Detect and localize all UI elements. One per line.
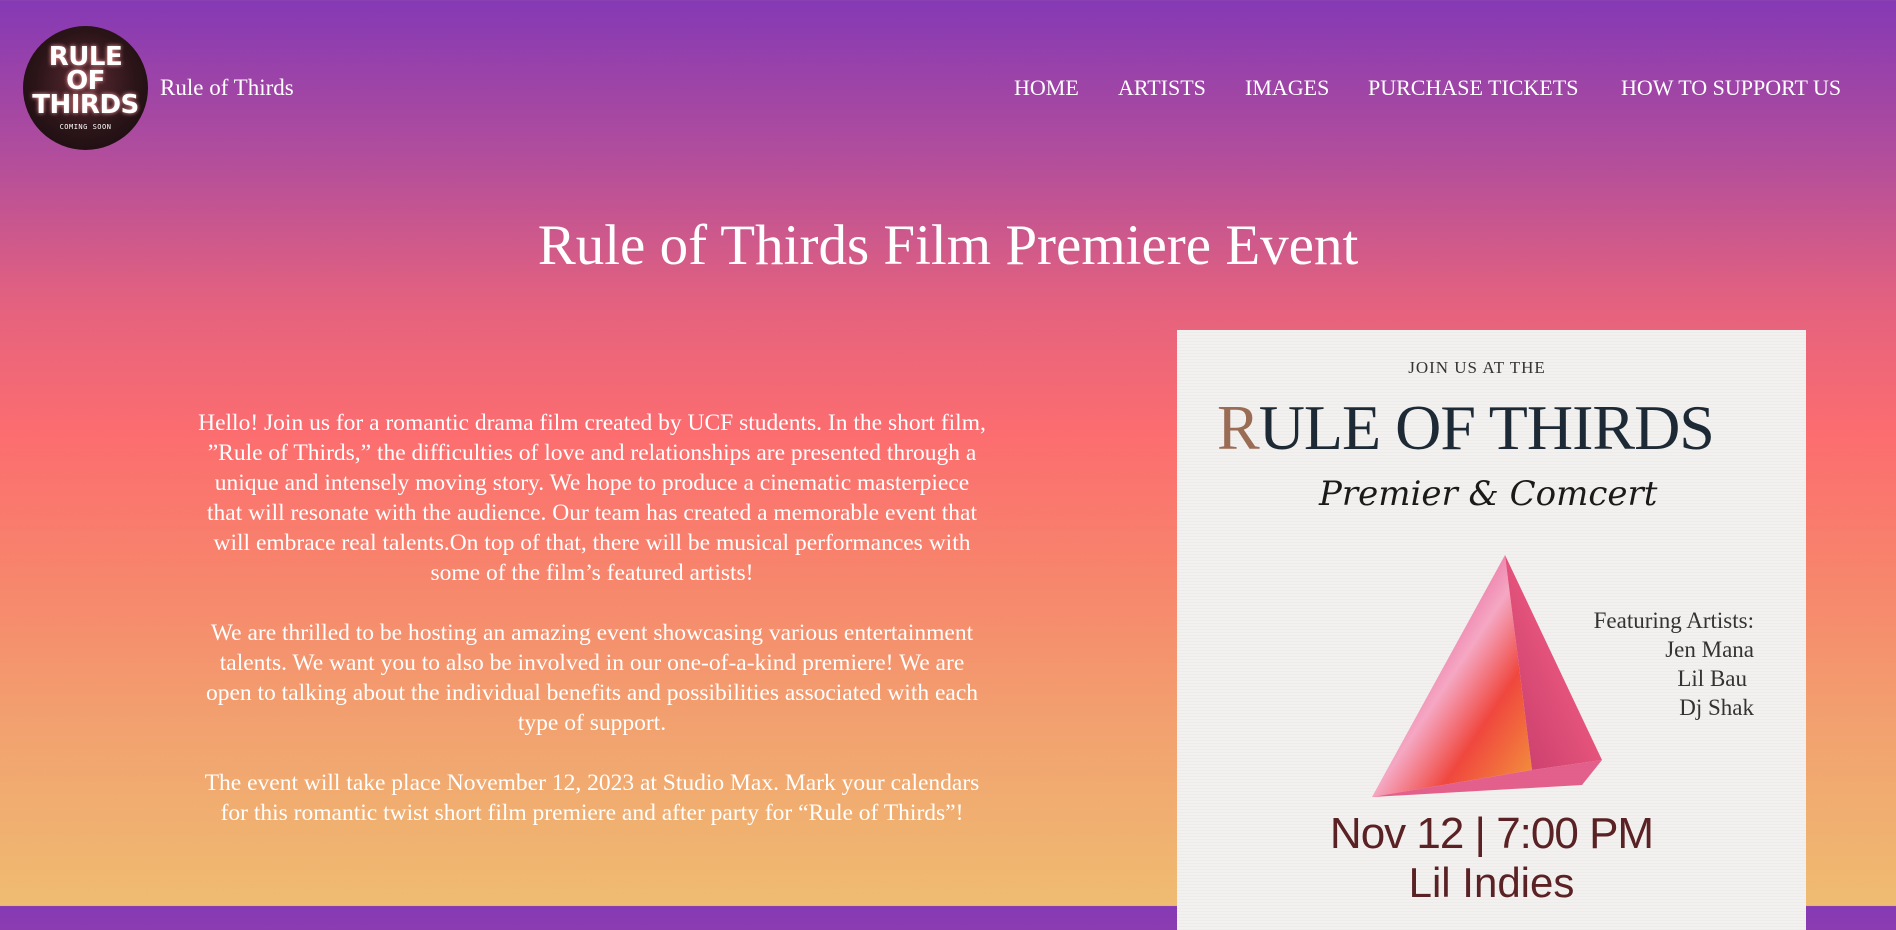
nav-images[interactable]: IMAGES xyxy=(1245,74,1329,102)
site-logo[interactable]: RULE OF THIRDS COMING SOON xyxy=(23,26,148,150)
poster-date-time: Nov 12 | 7:00 PM xyxy=(1329,809,1654,858)
event-description: Hello! Join us for a romantic drama film… xyxy=(198,408,986,858)
nav-purchase-tickets[interactable]: PURCHASE TICKETS xyxy=(1368,74,1578,102)
nav-how-to-support-us[interactable]: HOW TO SUPPORT US xyxy=(1621,74,1841,102)
poster-script-text: Premier & Comcert xyxy=(1319,474,1658,514)
logo-text-thirds: THIRDS xyxy=(32,90,139,120)
poster-venue: Lil Indies xyxy=(1408,859,1575,906)
nav-home[interactable]: HOME xyxy=(1014,74,1079,102)
poster-title-rest: ULE OF THIRDS xyxy=(1258,392,1715,463)
paragraph-intro: Hello! Join us for a romantic drama film… xyxy=(198,410,986,586)
nav-artists[interactable]: ARTISTS xyxy=(1118,74,1206,102)
poster-title: RULE OF THIRDS xyxy=(1217,390,1777,466)
site-title[interactable]: Rule of Thirds xyxy=(160,74,294,102)
paragraph-support: We are thrilled to be hosting an amazing… xyxy=(205,620,979,736)
poster-artist: Lil Bau xyxy=(1677,666,1747,691)
poster-title-first-letter: R xyxy=(1217,392,1260,463)
poster-artist: Dj Shak xyxy=(1679,695,1754,720)
paragraph-date: The event will take place November 12, 2… xyxy=(204,770,980,826)
poster-artists: Featuring Artists: Jen Mana Lil Bau Dj S… xyxy=(1494,606,1754,722)
event-poster: JOIN US AT THE RULE OF THIRDS Premier & … xyxy=(1177,330,1806,930)
poster-artists-heading: Featuring Artists: xyxy=(1593,608,1754,633)
page-title: Rule of Thirds Film Premiere Event xyxy=(537,214,1359,277)
poster-artist: Jen Mana xyxy=(1665,637,1754,662)
poster-join-text: JOIN US AT THE xyxy=(1408,358,1546,377)
logo-subtitle: COMING SOON xyxy=(59,123,112,131)
